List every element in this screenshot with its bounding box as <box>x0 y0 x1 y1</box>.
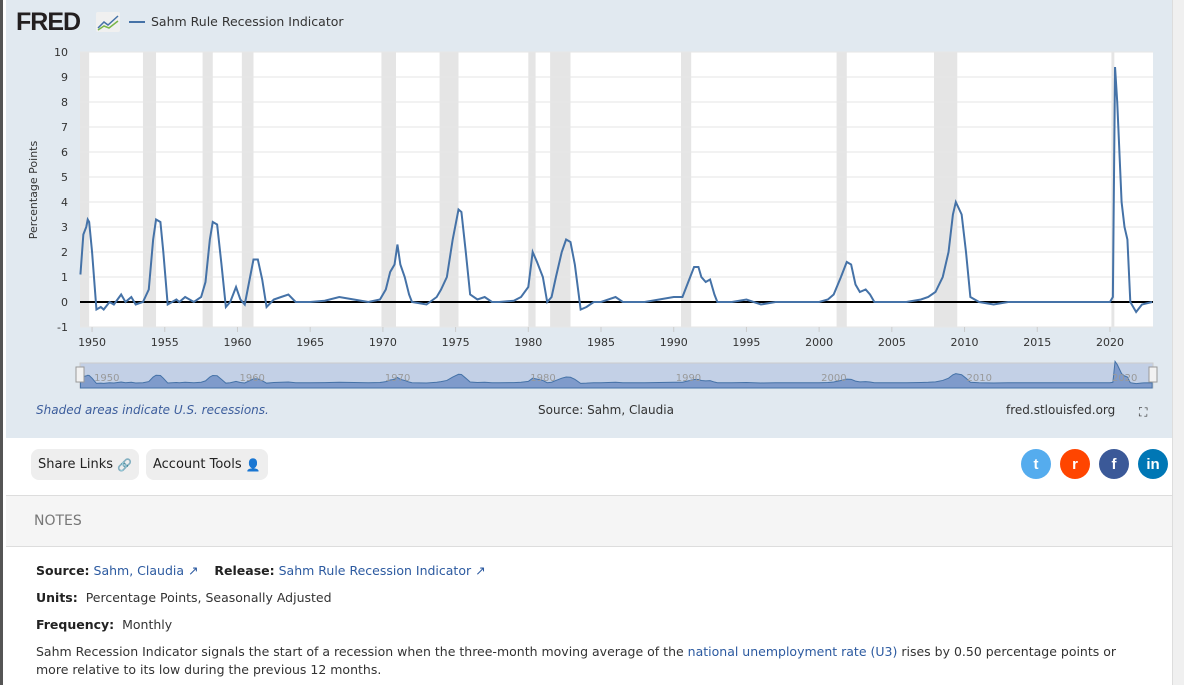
plot-background <box>80 52 1153 327</box>
y-tick-label: -1 <box>57 321 68 334</box>
x-tick-label: 2020 <box>1096 336 1124 349</box>
y-tick-label: 0 <box>61 296 68 309</box>
source-row: Source: Sahm, Claudia ↗ Release: Sahm Ru… <box>36 563 486 578</box>
linkedin-icon[interactable]: in <box>1138 449 1168 479</box>
navigator-label: 2000 <box>821 373 846 384</box>
x-tick-label: 1950 <box>78 336 106 349</box>
frequency-row: Frequency: Monthly <box>36 617 172 632</box>
user-icon: 👤 <box>245 457 261 472</box>
fullscreen-icon[interactable]: ⛶ <box>1139 405 1147 420</box>
unemployment-rate-link[interactable]: national unemployment rate (U3) <box>688 644 898 659</box>
y-tick-label: 6 <box>61 146 68 159</box>
x-tick-label: 1980 <box>514 336 542 349</box>
site-url[interactable]: fred.stlouisfed.org <box>1006 403 1115 417</box>
y-tick-label: 3 <box>61 221 68 234</box>
recession-band <box>80 52 90 327</box>
graph-panel: FRED Sahm Rule Recession Indicator -1 0 1 2… <box>6 0 1174 438</box>
navigator-label: 1970 <box>385 373 410 384</box>
y-tick-label: 8 <box>61 96 68 109</box>
facebook-icon[interactable]: f <box>1099 449 1129 479</box>
units-row: Units: Percentage Points, Seasonally Adj… <box>36 590 332 605</box>
navigator-label: 2020 <box>1112 373 1137 384</box>
y-tick-label: 1 <box>61 271 68 284</box>
units-value: Percentage Points, Seasonally Adjusted <box>85 590 332 605</box>
twitter-icon[interactable]: t <box>1021 449 1051 479</box>
source-label: Source: <box>36 563 90 578</box>
x-tick-label: 1960 <box>223 336 251 349</box>
release-link[interactable]: Sahm Rule Recession Indicator <box>279 563 472 578</box>
recession-band <box>381 52 396 327</box>
x-tick-label: 2005 <box>878 336 906 349</box>
x-tick-label: 1965 <box>296 336 324 349</box>
share-links-label: Share Links <box>38 457 114 472</box>
navigator-label: 1950 <box>94 373 119 384</box>
y-tick-label: 9 <box>61 71 68 84</box>
recession-note: Shaded areas indicate U.S. recessions. <box>36 403 269 417</box>
y-axis-label: Percentage Points <box>27 141 40 240</box>
x-tick-label: 1985 <box>587 336 615 349</box>
reddit-icon[interactable]: r <box>1060 449 1090 479</box>
navigator-handle[interactable] <box>1148 366 1158 383</box>
x-tick-label: 2010 <box>951 336 979 349</box>
navigator-handle[interactable] <box>75 366 85 383</box>
navigator-label: 1980 <box>530 373 555 384</box>
source-link[interactable]: Sahm, Claudia <box>94 563 185 578</box>
y-tick-label: 2 <box>61 246 68 259</box>
x-tick-label: 1970 <box>369 336 397 349</box>
navigator-label: 1990 <box>676 373 701 384</box>
frequency-label: Frequency: <box>36 617 115 632</box>
account-tools-button[interactable]: Account Tools 👤 <box>146 449 268 480</box>
y-tick-label: 4 <box>61 196 68 209</box>
frequency-value: Monthly <box>122 617 173 632</box>
chart-source: Source: Sahm, Claudia <box>538 403 674 417</box>
navigator-label: 1960 <box>239 373 264 384</box>
release-label: Release: <box>214 563 275 578</box>
description: Sahm Recession Indicator signals the sta… <box>36 643 1136 679</box>
x-tick-label: 1990 <box>660 336 688 349</box>
y-tick-label: 10 <box>54 46 68 59</box>
external-link-icon[interactable]: ↗ <box>475 563 485 578</box>
notes-heading: NOTES <box>6 495 1172 547</box>
x-tick-label: 2000 <box>805 336 833 349</box>
y-tick-label: 7 <box>61 121 68 134</box>
navigator-label: 2010 <box>967 373 992 384</box>
x-tick-label: 1975 <box>442 336 470 349</box>
external-link-icon[interactable]: ↗ <box>188 563 198 578</box>
x-tick-label: 1995 <box>732 336 760 349</box>
account-tools-label: Account Tools <box>153 457 242 472</box>
y-tick-label: 5 <box>61 171 68 184</box>
units-label: Units: <box>36 590 78 605</box>
scrollbar[interactable] <box>1172 0 1184 685</box>
x-tick-label: 2015 <box>1023 336 1051 349</box>
desc-text: Sahm Recession Indicator signals the sta… <box>36 644 688 659</box>
x-tick-label: 1955 <box>151 336 179 349</box>
chart[interactable]: -1 0 1 2 3 4 5 6 7 8 9 10 1950 1955 1960 1965 1970 1975 19… <box>6 0 1174 438</box>
share-links-button[interactable]: Share Links 🔗 <box>31 449 139 480</box>
link-icon: 🔗 <box>117 457 132 472</box>
